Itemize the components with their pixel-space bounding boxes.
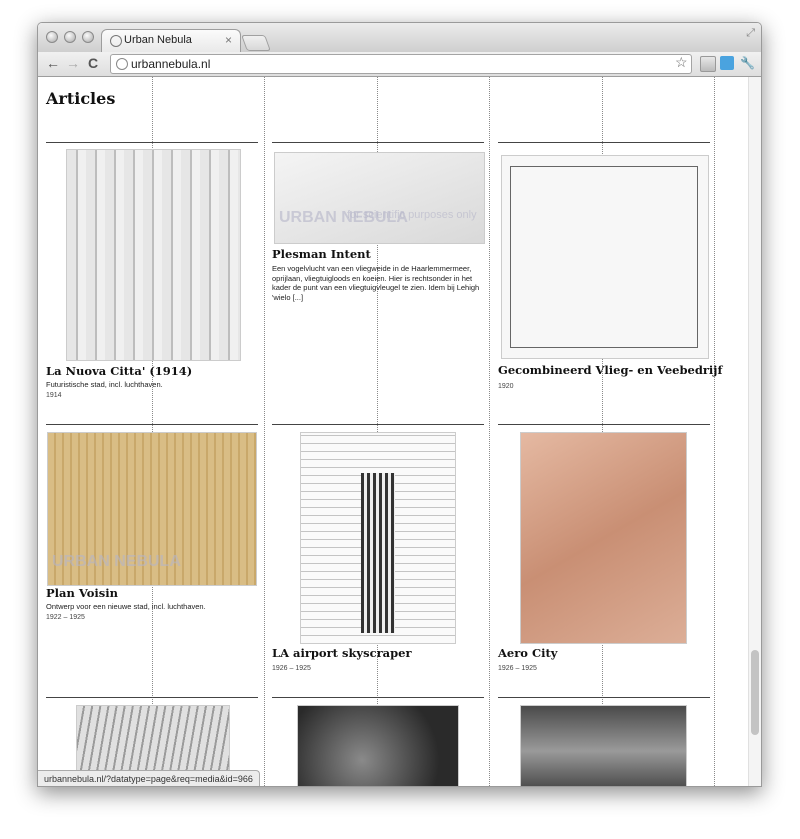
divider <box>498 697 710 698</box>
address-url[interactable]: urbannebula.nl <box>131 57 210 71</box>
vertical-scrollbar[interactable] <box>748 77 761 786</box>
article-thumbnail[interactable] <box>520 432 687 644</box>
close-window-button[interactable] <box>46 31 58 43</box>
globe-icon <box>116 58 128 70</box>
extension-icon[interactable] <box>720 56 734 70</box>
article-title[interactable]: Plesman Intent <box>272 247 371 261</box>
watermark-note: for scientific purposes only <box>347 209 477 221</box>
divider <box>272 424 484 425</box>
article-date: 1926 – 1925 <box>498 665 537 672</box>
article-title[interactable]: Aero City <box>498 646 558 660</box>
grid-guide <box>264 77 265 786</box>
status-bar-url: urbannebula.nl/?datatype=page&req=media&… <box>38 770 260 786</box>
article-date: 1922 – 1925 <box>46 614 85 621</box>
divider <box>272 142 484 143</box>
tab-urban-nebula[interactable]: Urban Nebula × <box>101 29 241 52</box>
extension-icon[interactable] <box>700 56 716 72</box>
page-content: Articles La Nuova Citta' (1914) Futurist… <box>38 77 748 786</box>
article-date: 1920 <box>498 383 514 390</box>
article-description: Ontwerp voor een nieuwe stad, incl. luch… <box>46 602 206 611</box>
article-title[interactable]: Gecombineerd Vlieg- en Veebedrijf <box>498 363 722 377</box>
scrollbar-thumb[interactable] <box>751 650 759 735</box>
tab-title: Urban Nebula <box>124 34 192 46</box>
globe-icon <box>110 35 122 47</box>
article-date: 1914 <box>46 392 62 399</box>
page-title: Articles <box>46 89 116 108</box>
article-thumbnail[interactable]: URBAN NEBULA <box>47 432 257 586</box>
wrench-icon[interactable]: 🔧 <box>740 55 755 71</box>
article-thumbnail[interactable] <box>297 705 459 786</box>
article-description: Futuristische stad, incl. luchthaven. <box>46 380 163 389</box>
zoom-window-button[interactable] <box>82 31 94 43</box>
article-title[interactable]: Plan Voisin <box>46 586 118 600</box>
title-bar: Urban Nebula × ⤢ <box>38 23 761 52</box>
article-thumbnail[interactable] <box>520 705 687 786</box>
browser-window: Urban Nebula × ⤢ ← → C urbannebula.nl ☆ … <box>37 22 762 787</box>
address-bar[interactable]: urbannebula.nl <box>110 54 692 74</box>
grid-guide <box>489 77 490 786</box>
divider <box>46 142 258 143</box>
divider <box>46 697 258 698</box>
article-date: 1926 – 1925 <box>272 665 311 672</box>
back-icon[interactable]: ← <box>46 55 60 71</box>
divider <box>498 142 710 143</box>
minimize-window-button[interactable] <box>64 31 76 43</box>
tab-close-icon[interactable]: × <box>225 33 232 47</box>
article-thumbnail[interactable] <box>501 155 709 359</box>
browser-toolbar: ← → C urbannebula.nl ☆ 🔧 <box>38 52 761 77</box>
article-title[interactable]: LA airport skyscraper <box>272 646 412 660</box>
fullscreen-icon[interactable]: ⤢ <box>746 27 755 40</box>
grid-guide <box>714 77 715 786</box>
divider <box>46 424 258 425</box>
skyscraper-drawing <box>361 473 395 633</box>
article-description: Een vogelvlucht van een vliegweide in de… <box>272 264 480 302</box>
divider <box>498 424 710 425</box>
article-thumbnail[interactable] <box>300 432 456 644</box>
new-tab-button[interactable] <box>241 35 271 51</box>
star-icon[interactable]: ☆ <box>675 54 688 71</box>
watermark-logo: URBAN NEBULA <box>52 553 181 570</box>
article-thumbnail[interactable]: URBAN NEBULA for scientific purposes onl… <box>274 152 485 244</box>
article-title[interactable]: La Nuova Citta' (1914) <box>46 364 192 378</box>
divider <box>272 697 484 698</box>
forward-icon[interactable]: → <box>66 55 80 71</box>
article-thumbnail[interactable] <box>66 149 241 361</box>
reload-icon[interactable]: C <box>88 55 98 71</box>
drawing-frame <box>510 166 698 348</box>
